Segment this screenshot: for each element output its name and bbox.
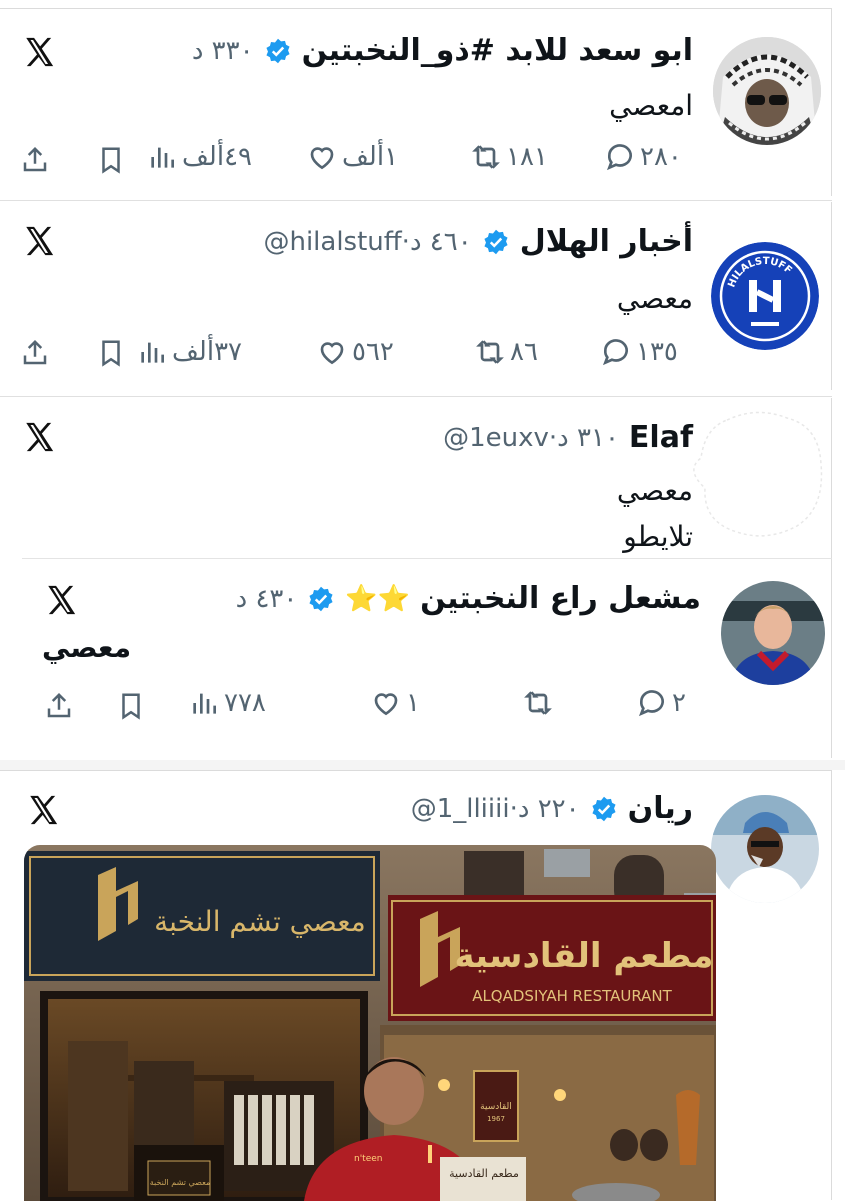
tweet-header: ابو سعد للابد #ذو_النخبتين ٣٣٠ د xyxy=(192,33,693,68)
tweet-text-line-1: معصي xyxy=(616,474,693,507)
views-count: ٣٧ألف xyxy=(172,337,242,367)
like-button[interactable]: ١ xyxy=(370,687,420,719)
retweet-icon xyxy=(524,691,552,715)
avatar-erased[interactable] xyxy=(687,408,827,538)
avatar[interactable]: HILALSTUFF xyxy=(711,242,819,350)
views-icon xyxy=(141,342,164,363)
heart-icon xyxy=(310,147,334,170)
tweet-header: Elaf @1euxv·٣١٠ د xyxy=(443,420,693,455)
avatar-image xyxy=(721,581,825,685)
tweet-media-image[interactable]: معصي تشم النخبة مطعم القادسية ALQADSIYAH… xyxy=(24,845,716,1201)
bookmark-icon[interactable] xyxy=(96,338,126,368)
display-name[interactable]: Elaf xyxy=(629,420,693,455)
tweet-header: ريان @1_lliiii·٢٢٠ د xyxy=(411,791,693,826)
share-icon[interactable] xyxy=(20,145,50,175)
x-logo-icon[interactable] xyxy=(26,793,60,827)
views-count: ٧٧٨ xyxy=(224,688,266,718)
display-name[interactable]: أخبار الهلال xyxy=(520,224,693,259)
tweet-card-5[interactable]: ريان @1_lliiii·٢٢٠ د معصي تشم النخبة مطع… xyxy=(0,770,832,1201)
avatar[interactable] xyxy=(721,581,825,685)
verified-badge-icon xyxy=(484,229,508,254)
tweet-card-1[interactable]: ابو سعد للابد #ذو_النخبتين ٣٣٠ د امعصي ٢… xyxy=(0,8,832,196)
restaurant-storefront-image: معصي تشم النخبة مطعم القادسية ALQADSIYAH… xyxy=(24,845,716,1201)
display-name[interactable]: مشعل راع النخبتين xyxy=(420,581,701,616)
heart-icon xyxy=(320,342,344,365)
sign-left-text: معصي تشم النخبة xyxy=(154,905,366,938)
sign-right-english-text: ALQADSIYAH RESTAURANT xyxy=(472,987,672,1005)
retweet-count: ٨٦ xyxy=(510,337,538,367)
share-icon[interactable] xyxy=(44,691,74,721)
views-button[interactable]: ٣٧ألف xyxy=(136,336,242,368)
tweet-divider xyxy=(0,396,832,397)
avatar[interactable] xyxy=(711,795,819,903)
bookmark-icon[interactable] xyxy=(116,691,146,721)
retweet-button[interactable] xyxy=(522,687,554,719)
views-icon xyxy=(193,693,216,714)
avatar[interactable] xyxy=(713,37,821,145)
views-count: ٤٩ألف xyxy=(182,142,252,172)
reply-count: ١٣٥ xyxy=(636,337,678,367)
shop-counter-sign: معصي تشم النخبة xyxy=(150,1178,210,1187)
small-wall-sign: القادسية xyxy=(480,1102,512,1112)
tweet-text-line-2: تلايطو xyxy=(623,520,693,553)
hilal-logo-image: HILALSTUFF xyxy=(711,242,819,350)
reply-icon xyxy=(606,144,632,171)
avatar-image xyxy=(713,37,821,145)
x-logo-icon[interactable] xyxy=(22,224,56,258)
reply-icon xyxy=(602,339,628,366)
like-button[interactable]: ١ألف xyxy=(306,141,398,173)
reply-count: ٢ xyxy=(672,688,686,718)
reply-icon xyxy=(638,690,664,717)
x-logo-icon[interactable] xyxy=(22,420,56,454)
board-text: مطعم القادسية xyxy=(449,1167,519,1180)
tweet-timestamp: ٣٣٠ د xyxy=(191,35,254,66)
heart-icon xyxy=(374,693,398,716)
share-icon[interactable] xyxy=(20,338,50,368)
star-emojis: ⭐⭐ xyxy=(345,583,411,614)
sign-right-arabic-text: مطعم القادسية xyxy=(455,936,714,976)
retweet-button[interactable]: ١٨١ xyxy=(470,141,548,173)
bookmark-icon[interactable] xyxy=(96,145,126,175)
display-name[interactable]: ريان xyxy=(628,791,693,826)
verified-badge-icon xyxy=(309,586,333,611)
verified-badge-icon xyxy=(266,38,290,63)
shirt-brand-text: n'teen xyxy=(354,1154,383,1164)
reply-button[interactable]: ٢٨٠ xyxy=(604,141,682,173)
like-button[interactable]: ٥٦٢ xyxy=(316,336,394,368)
retweet-count: ١٨١ xyxy=(506,142,548,172)
x-logo-icon[interactable] xyxy=(44,583,78,617)
tweet-header: مشعل راع النخبتين ⭐⭐ ٤٣٠ د xyxy=(236,581,701,616)
reply-count: ٢٨٠ xyxy=(640,142,682,172)
tweet-text: امعصي xyxy=(609,89,693,122)
reply-button[interactable]: ١٣٥ xyxy=(600,336,678,368)
tweet-text: معصي xyxy=(616,282,693,315)
tweet-card-4[interactable]: مشعل راع النخبتين ⭐⭐ ٤٣٠ د معصي ٢ ١ ٧٧٨ xyxy=(22,558,832,758)
retweet-button[interactable]: ٨٦ xyxy=(474,336,538,368)
tweet-card-3[interactable]: Elaf @1euxv·٣١٠ د معصي تلايطو xyxy=(0,398,832,558)
tweet-header: أخبار الهلال @hilalstuff·٤٦٠ د xyxy=(263,224,693,259)
avatar-placeholder xyxy=(693,411,823,537)
retweet-icon xyxy=(476,340,504,364)
tweet-text: معصي xyxy=(42,631,132,664)
like-count: ١ألف xyxy=(342,142,399,172)
tweet-card-2[interactable]: HILALSTUFF أخبار الهلال @hilalstuff·٤٦٠ … xyxy=(0,202,832,390)
views-icon xyxy=(151,147,174,168)
avatar-image xyxy=(711,795,819,903)
handle-and-timestamp: @1euxv·٣١٠ د xyxy=(443,422,619,453)
verified-badge-icon xyxy=(592,796,616,821)
handle-and-timestamp: @hilalstuff·٤٦٠ د xyxy=(263,226,472,257)
like-count: ١ xyxy=(406,688,420,718)
handle-and-timestamp: @1_lliiii·٢٢٠ د xyxy=(410,793,580,824)
small-wall-sign-year: 1967 xyxy=(487,1115,505,1123)
tweet-timestamp: ٤٣٠ د xyxy=(235,583,298,614)
reply-button[interactable]: ٢ xyxy=(636,687,686,719)
retweet-icon xyxy=(472,145,500,169)
like-count: ٥٦٢ xyxy=(352,337,394,367)
display-name[interactable]: ابو سعد للابد #ذو_النخبتين xyxy=(302,33,693,68)
x-logo-icon[interactable] xyxy=(22,35,56,69)
section-separator xyxy=(0,760,845,770)
tweet-divider xyxy=(0,200,832,201)
views-button[interactable]: ٧٧٨ xyxy=(188,687,266,719)
views-button[interactable]: ٤٩ألف xyxy=(146,141,252,173)
